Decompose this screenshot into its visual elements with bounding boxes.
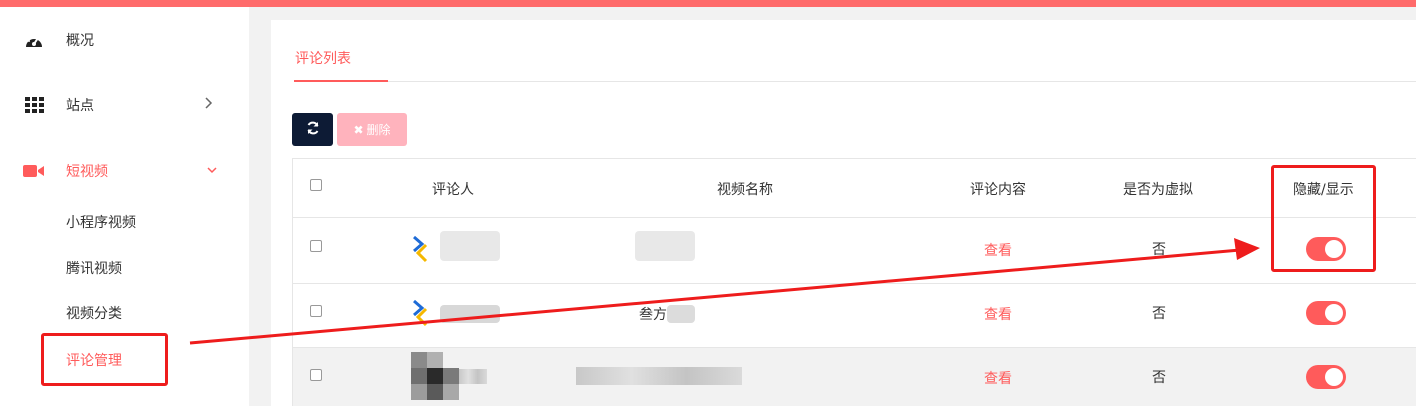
video-name-redacted	[635, 231, 695, 261]
visibility-toggle[interactable]	[1306, 365, 1346, 389]
dashboard-icon	[22, 28, 46, 52]
sidebar-item-label: 站点	[66, 98, 94, 114]
view-comment-link[interactable]: 查看	[984, 240, 1012, 260]
sidebar-item-label: 概况	[66, 33, 94, 49]
column-header-commenter: 评论人	[432, 182, 474, 198]
sidebar-subitem-miniprogram-video[interactable]: 小程序视频	[66, 212, 136, 232]
tab-active-indicator	[294, 80, 388, 82]
is-virtual-value: 否	[1152, 242, 1166, 258]
main-panel: 评论列表 ✖ 删除 评论人 视频名称 评论内容 是否为虚拟 隐藏/显示 查看 否…	[271, 20, 1416, 406]
sidebar-item-overview[interactable]: 概况	[0, 20, 249, 60]
row-checkbox[interactable]	[310, 369, 322, 381]
top-accent-bar	[0, 0, 1416, 7]
chevron-right-icon	[204, 97, 214, 113]
chevron-down-icon	[206, 163, 218, 179]
row-checkbox[interactable]	[310, 305, 322, 317]
sidebar-item-short-video[interactable]: 短视频	[0, 151, 249, 191]
video-name-redacted	[667, 305, 695, 323]
video-name-value: 叁方	[639, 307, 667, 323]
toggle-knob	[1325, 304, 1343, 322]
column-header-comment-content: 评论内容	[970, 182, 1026, 198]
refresh-button[interactable]	[292, 113, 333, 146]
select-all-checkbox[interactable]	[310, 179, 322, 191]
comments-table: 评论人 视频名称 评论内容 是否为虚拟 隐藏/显示 查看 否 叁方 查看 否 查…	[292, 158, 1416, 406]
annotation-box-toggle-column	[1271, 165, 1376, 272]
commenter-name-redacted	[459, 369, 487, 384]
sidebar-subitem-video-category[interactable]: 视频分类	[66, 303, 122, 323]
video-name-redacted	[576, 367, 742, 385]
close-icon: ✖	[353, 122, 364, 137]
row-divider	[293, 347, 1416, 348]
delete-button-label: 删除	[366, 123, 391, 137]
row-divider	[293, 283, 1416, 284]
row-checkbox[interactable]	[310, 240, 322, 252]
is-virtual-value: 否	[1152, 370, 1166, 386]
grid-icon	[22, 93, 46, 117]
sidebar-item-label: 短视频	[66, 164, 108, 180]
view-comment-link[interactable]: 查看	[984, 304, 1012, 324]
tab-divider	[294, 81, 1416, 82]
annotation-box-comment-management	[41, 333, 168, 386]
sidebar-item-sites[interactable]: 站点	[0, 85, 249, 125]
row-divider	[293, 217, 1416, 218]
commenter-name-redacted	[440, 305, 500, 323]
toggle-knob	[1325, 368, 1343, 386]
commenter-avatar	[413, 235, 428, 263]
column-header-video-name: 视频名称	[717, 182, 773, 198]
commenter-avatar	[413, 299, 428, 327]
column-header-is-virtual: 是否为虚拟	[1123, 182, 1193, 198]
refresh-icon	[306, 121, 320, 139]
sidebar-subitem-tencent-video[interactable]: 腾讯视频	[66, 258, 122, 278]
commenter-name-redacted	[440, 231, 500, 261]
is-virtual-value: 否	[1152, 306, 1166, 322]
view-comment-link[interactable]: 查看	[984, 368, 1012, 388]
delete-button[interactable]: ✖ 删除	[337, 113, 407, 146]
visibility-toggle[interactable]	[1306, 301, 1346, 325]
video-camera-icon	[22, 159, 46, 183]
tab-comment-list[interactable]: 评论列表	[295, 48, 351, 68]
